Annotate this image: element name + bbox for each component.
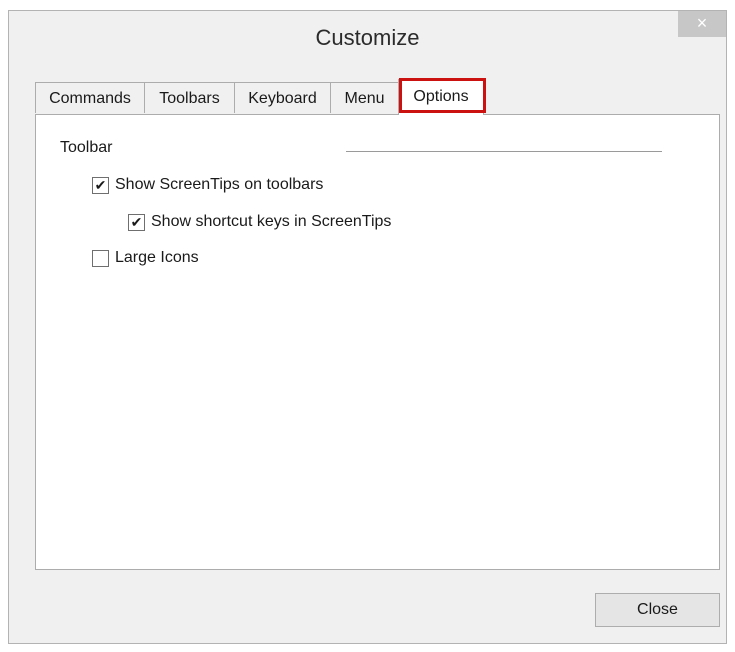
group-divider bbox=[346, 151, 662, 152]
tab-menu[interactable]: Menu bbox=[330, 82, 399, 113]
options-panel: Toolbar ✔ Show ScreenTips on toolbars ✔ … bbox=[35, 114, 720, 570]
tab-keyboard[interactable]: Keyboard bbox=[234, 82, 331, 113]
toolbar-group-label: Toolbar bbox=[60, 139, 113, 156]
large-icons-label: Large Icons bbox=[115, 249, 199, 266]
large-icons-checkbox[interactable] bbox=[92, 249, 109, 267]
close-icon: × bbox=[696, 13, 708, 33]
checkmark-icon: ✔ bbox=[94, 176, 107, 193]
show-screentips-label: Show ScreenTips on toolbars bbox=[115, 176, 324, 193]
large-icons-option[interactable]: Large Icons bbox=[92, 249, 199, 267]
tab-commands[interactable]: Commands bbox=[35, 82, 145, 113]
show-shortcut-keys-checkbox[interactable]: ✔ bbox=[128, 213, 145, 231]
dialog-title: Customize bbox=[315, 25, 420, 50]
show-screentips-checkbox[interactable]: ✔ bbox=[92, 176, 109, 194]
title-bar: Customize × bbox=[9, 11, 726, 65]
close-button[interactable]: Close bbox=[595, 593, 720, 627]
show-screentips-option[interactable]: ✔ Show ScreenTips on toolbars bbox=[92, 176, 323, 194]
tab-toolbars[interactable]: Toolbars bbox=[144, 82, 235, 113]
checkmark-icon: ✔ bbox=[130, 213, 143, 230]
show-shortcut-keys-label: Show shortcut keys in ScreenTips bbox=[151, 213, 392, 230]
show-shortcut-keys-option[interactable]: ✔ Show shortcut keys in ScreenTips bbox=[128, 213, 391, 231]
close-window-button[interactable]: × bbox=[678, 11, 726, 37]
customize-dialog: Customize × Commands Toolbars Keyboard M… bbox=[8, 10, 727, 644]
options-tab-highlight bbox=[399, 78, 486, 113]
